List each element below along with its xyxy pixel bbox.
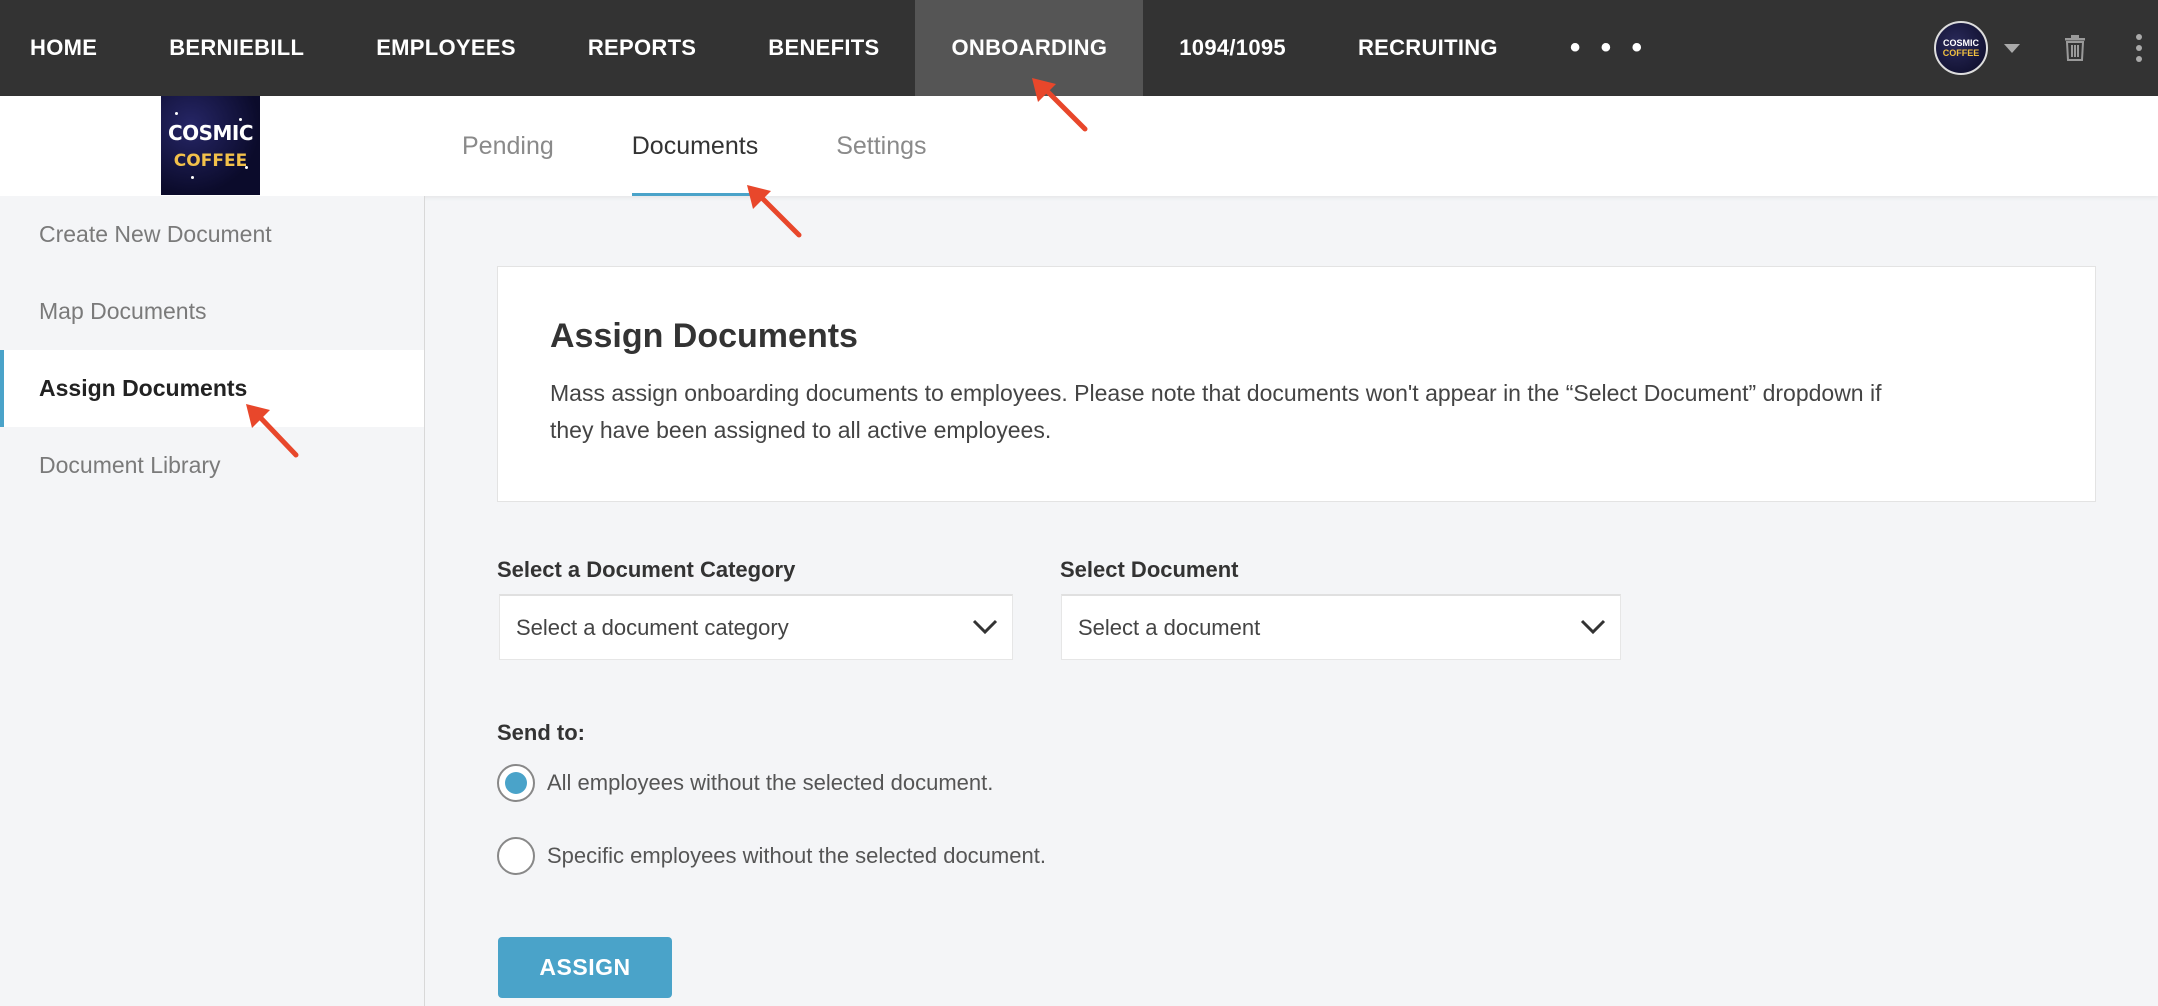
documents-sidebar: Create New Document Map Documents Assign… (0, 196, 425, 1006)
assign-button[interactable]: ASSIGN (498, 937, 672, 998)
radio-specific-employees[interactable]: Specific employees without the selected … (497, 837, 1046, 875)
nav-recruiting[interactable]: RECRUITING (1322, 0, 1534, 96)
category-select-value: Select a document category (516, 614, 789, 640)
tab-pending[interactable]: Pending (462, 96, 554, 196)
company-logo: COSMIC COFFEE (161, 96, 260, 195)
avatar-text-line2: COFFEE (1942, 48, 1980, 58)
sidebar-item-assign-documents[interactable]: Assign Documents (0, 350, 424, 427)
sidebar-item-map-documents[interactable]: Map Documents (0, 273, 424, 350)
document-select-value: Select a document (1078, 614, 1261, 640)
trash-icon[interactable] (2064, 35, 2086, 61)
tab-settings[interactable]: Settings (836, 96, 926, 196)
send-to-label: Send to: (497, 720, 585, 745)
document-label: Select Document (1060, 557, 1239, 582)
avatar[interactable]: COSMIC COFFEE (1934, 21, 1988, 75)
nav-1094-1095[interactable]: 1094/1095 (1143, 0, 1322, 96)
chevron-down-icon (972, 619, 998, 635)
document-select[interactable]: Select a document (1061, 594, 1621, 660)
logo-text-line2: COFFEE (173, 150, 248, 171)
sub-header: COSMIC COFFEE Pending Documents Settings (0, 96, 2158, 196)
category-label: Select a Document Category (497, 557, 796, 582)
radio-button-selected[interactable] (497, 764, 535, 802)
logo-text-line1: COSMIC (167, 120, 254, 145)
nav-berniebill[interactable]: BERNIEBILL (133, 0, 340, 96)
document-category-select[interactable]: Select a document category (499, 594, 1013, 660)
sidebar-item-create-new-document[interactable]: Create New Document (0, 196, 424, 273)
avatar-text-line1: COSMIC (1943, 38, 1979, 48)
nav-benefits[interactable]: BENEFITS (732, 0, 915, 96)
kebab-menu-icon[interactable] (2136, 34, 2142, 62)
page-title: Assign Documents (550, 317, 858, 355)
nav-more-button[interactable]: • • • (1534, 0, 1684, 96)
radio-button[interactable] (497, 837, 535, 875)
radio-all-employees-label: All employees without the selected docum… (547, 770, 994, 795)
radio-all-employees[interactable]: All employees without the selected docum… (497, 764, 993, 802)
nav-employees[interactable]: EMPLOYEES (340, 0, 552, 96)
page-description: Mass assign onboarding documents to empl… (550, 380, 1882, 443)
nav-onboarding[interactable]: ONBOARDING (915, 0, 1144, 96)
assign-documents-card: Assign Documents Mass assign onboarding … (497, 266, 2096, 502)
chevron-down-icon[interactable] (2004, 43, 2020, 53)
top-navigation: HOME BERNIEBILL EMPLOYEES REPORTS BENEFI… (0, 0, 2158, 96)
radio-specific-employees-label: Specific employees without the selected … (547, 843, 1046, 868)
tab-documents[interactable]: Documents (631, 96, 759, 196)
onboarding-tabs: Pending Documents Settings (462, 96, 1005, 196)
sidebar-item-document-library[interactable]: Document Library (0, 427, 424, 504)
nav-home[interactable]: HOME (0, 0, 133, 96)
nav-reports[interactable]: REPORTS (552, 0, 732, 96)
nav-right-tools: COSMIC COFFEE (1934, 0, 2158, 96)
chevron-down-icon (1580, 619, 1606, 635)
